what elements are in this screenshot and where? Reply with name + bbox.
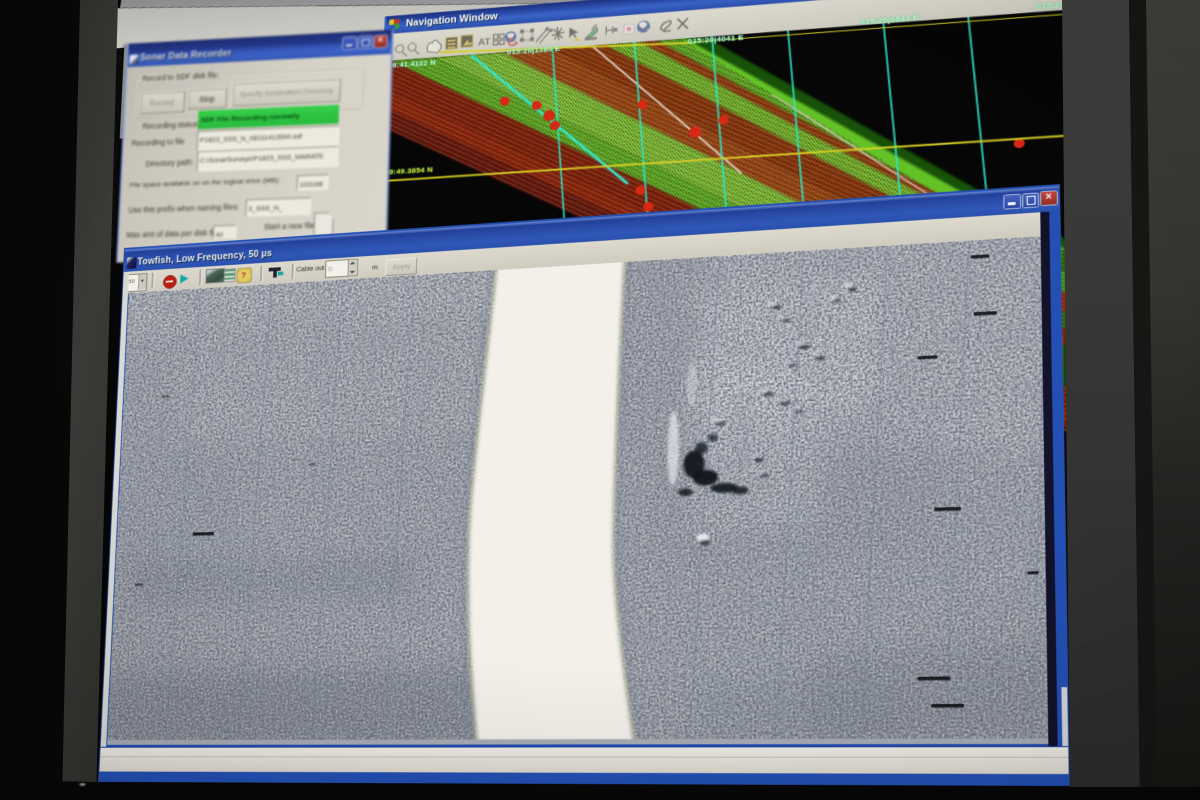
svg-text:AT: AT bbox=[478, 36, 491, 48]
